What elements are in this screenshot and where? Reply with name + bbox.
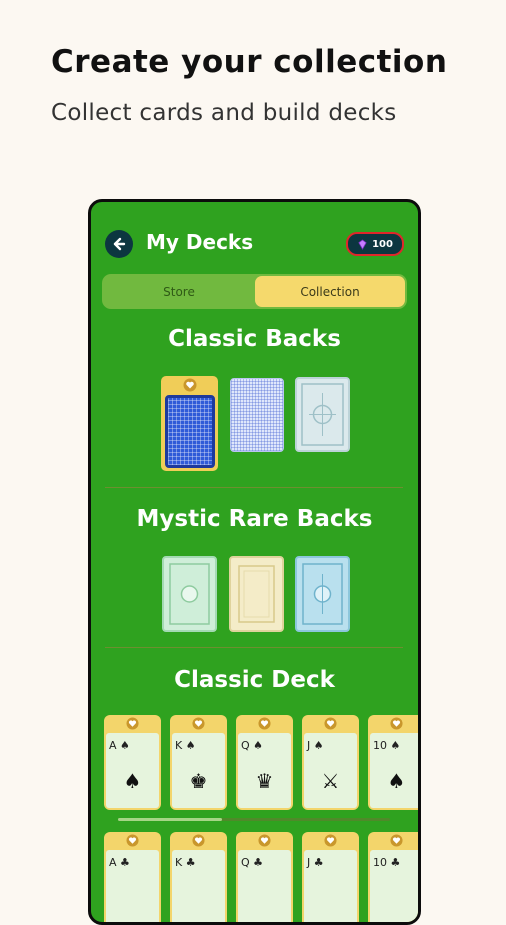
deck-card-king-spades[interactable]: K ♠ ♚ bbox=[170, 715, 227, 810]
tab-collection[interactable]: Collection bbox=[255, 276, 405, 307]
top-bar: My Decks 100 bbox=[91, 226, 418, 260]
deck-card-queen-spades[interactable]: Q ♠ ♛ bbox=[236, 715, 293, 810]
card-back-light-grid[interactable] bbox=[230, 378, 284, 452]
tab-store[interactable]: Store bbox=[104, 276, 254, 307]
card-rank: 10 ♠ bbox=[373, 739, 401, 752]
heart-icon bbox=[258, 834, 271, 847]
card-rank: 10 ♣ bbox=[373, 856, 401, 869]
promo-subline: Collect cards and build decks bbox=[51, 100, 397, 126]
gem-counter[interactable]: 100 bbox=[346, 232, 404, 256]
heart-icon bbox=[390, 834, 403, 847]
deck-card-ten-clubs[interactable]: 10 ♣ bbox=[368, 832, 418, 922]
gem-icon bbox=[358, 238, 367, 250]
card-figure: ♚ bbox=[189, 769, 208, 793]
card-back-ornate[interactable] bbox=[295, 377, 350, 452]
mint-pattern bbox=[169, 563, 210, 625]
card-figure: ♠ bbox=[123, 769, 142, 793]
card-rank: A ♣ bbox=[109, 856, 130, 869]
divider bbox=[105, 647, 403, 648]
deck-card-jack-clubs[interactable]: J ♣ bbox=[302, 832, 359, 922]
card-rank: K ♠ bbox=[175, 739, 196, 752]
card-figure: ♠ bbox=[387, 769, 406, 793]
ornate-pattern bbox=[301, 383, 344, 446]
back-button[interactable] bbox=[105, 230, 133, 258]
heart-icon bbox=[324, 834, 337, 847]
deck-card-ace-clubs[interactable]: A ♣ bbox=[104, 832, 161, 922]
page-title: My Decks bbox=[146, 230, 254, 254]
card-rank: J ♣ bbox=[307, 856, 324, 869]
cream-pattern bbox=[238, 565, 275, 623]
promo-headline: Create your collection bbox=[51, 44, 448, 80]
deck-card-ten-spades[interactable]: 10 ♠ ♠ bbox=[368, 715, 418, 810]
card-rank: A ♠ bbox=[109, 739, 130, 752]
card-back-aqua[interactable] bbox=[295, 556, 350, 632]
heart-icon bbox=[126, 834, 139, 847]
card-figure: ⚔ bbox=[321, 769, 340, 793]
deck-scrollbar-thumb[interactable] bbox=[118, 818, 222, 821]
heart-icon bbox=[183, 378, 196, 392]
heart-icon bbox=[390, 717, 403, 730]
deck-card-king-clubs[interactable]: K ♣ bbox=[170, 832, 227, 922]
card-back-blue-grid[interactable] bbox=[165, 395, 215, 468]
section-title-classic-deck: Classic Deck bbox=[174, 667, 335, 693]
deck-card-queen-clubs[interactable]: Q ♣ bbox=[236, 832, 293, 922]
card-rank: J ♠ bbox=[307, 739, 324, 752]
section-title-mystic-backs: Mystic Rare Backs bbox=[136, 506, 373, 532]
card-figure: ♛ bbox=[255, 769, 274, 793]
card-rank: Q ♣ bbox=[241, 856, 264, 869]
gem-count: 100 bbox=[372, 238, 393, 250]
card-rank: K ♣ bbox=[175, 856, 196, 869]
card-rank: Q ♠ bbox=[241, 739, 264, 752]
heart-icon bbox=[324, 717, 337, 730]
back-arrow-icon bbox=[113, 237, 126, 251]
aqua-pattern bbox=[302, 563, 343, 625]
deck-scrollbar[interactable] bbox=[118, 818, 390, 821]
heart-icon bbox=[192, 834, 205, 847]
card-back-mint[interactable] bbox=[162, 556, 217, 632]
heart-icon bbox=[258, 717, 271, 730]
heart-icon bbox=[126, 717, 139, 730]
phone-screen: My Decks 100 Store Collection Classic Ba… bbox=[88, 199, 421, 925]
section-title-classic-backs: Classic Backs bbox=[168, 326, 341, 352]
deck-card-jack-spades[interactable]: J ♠ ⚔ bbox=[302, 715, 359, 810]
heart-icon bbox=[192, 717, 205, 730]
deck-card-ace-spades[interactable]: A ♠ ♠ bbox=[104, 715, 161, 810]
tab-bar: Store Collection bbox=[102, 274, 407, 309]
divider bbox=[105, 487, 403, 488]
card-back-cream[interactable] bbox=[229, 556, 284, 632]
